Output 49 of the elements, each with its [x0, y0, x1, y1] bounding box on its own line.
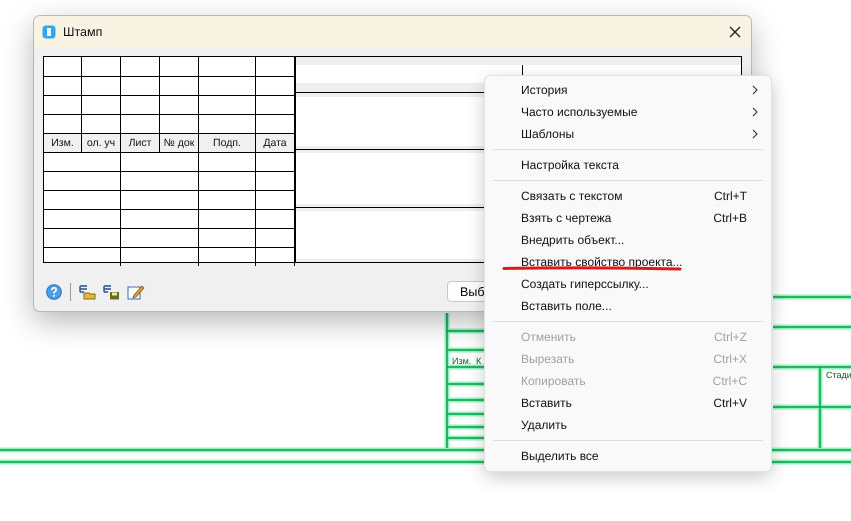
chevron-icon	[752, 129, 758, 139]
column-header: Лист	[120, 133, 160, 152]
table-cell	[198, 171, 256, 190]
app-icon	[42, 25, 56, 39]
table-cell	[120, 76, 160, 95]
table-cell	[198, 228, 256, 247]
table-cell	[198, 114, 256, 133]
table-cell	[198, 95, 256, 114]
table-cell	[198, 190, 256, 209]
column-header: № док	[160, 133, 198, 152]
menu-item[interactable]: История	[485, 79, 771, 101]
menu-item[interactable]: Вставить свойство проекта...	[485, 251, 771, 273]
help-icon[interactable]	[46, 284, 62, 300]
chevron-icon	[752, 107, 758, 117]
table-cell	[160, 95, 198, 114]
column-header: Изм.	[44, 133, 82, 152]
table-cell	[120, 95, 160, 114]
table-cell	[198, 76, 256, 95]
table-cell	[120, 114, 160, 133]
edit-icon[interactable]	[127, 284, 145, 300]
menu-item[interactable]: Удалить	[485, 414, 771, 436]
drawing-label: Стади	[826, 370, 851, 380]
menu-item[interactable]: Внедрить объект...	[485, 229, 771, 251]
close-icon[interactable]	[729, 26, 741, 38]
menu-item[interactable]: Вставить поле...	[485, 295, 771, 317]
table-cell	[82, 114, 120, 133]
menu-item[interactable]: Взять с чертежа Ctrl+B	[485, 207, 771, 229]
chevron-icon	[752, 85, 758, 95]
table-cell	[198, 152, 256, 171]
menu-item[interactable]: Часто используемые	[485, 101, 771, 123]
column-header: ол. уч	[82, 133, 120, 152]
menu-item[interactable]: Вставить Ctrl+V	[485, 392, 771, 414]
drawing-label: Изм.	[452, 356, 472, 366]
menu-item[interactable]: Выделить все	[485, 445, 771, 467]
menu-item[interactable]: Настройка текста	[485, 154, 771, 176]
drawing-label: К	[476, 356, 482, 366]
column-header: Дата	[256, 133, 294, 152]
menu-item[interactable]: Шаблоны	[485, 123, 771, 145]
table-cell	[198, 209, 256, 228]
open-folder-icon[interactable]	[79, 284, 97, 300]
table-cell	[160, 76, 198, 95]
menu-item[interactable]: Связать с текстом Ctrl+T	[485, 185, 771, 207]
table-cell	[82, 95, 120, 114]
window-title: Штамп	[63, 25, 104, 39]
save-icon[interactable]	[103, 284, 121, 300]
menu-item[interactable]: Создать гиперссылку...	[485, 273, 771, 295]
table-cell	[160, 114, 198, 133]
column-header: Подп.	[198, 133, 256, 152]
table-cell	[82, 76, 120, 95]
